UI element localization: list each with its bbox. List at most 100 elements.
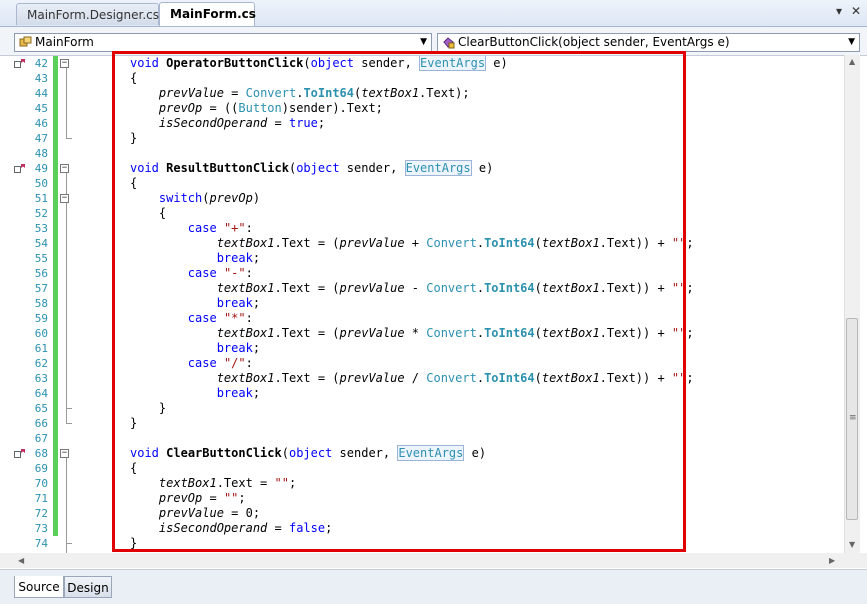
collapse-toggle-icon[interactable]: − (60, 449, 69, 458)
code-line[interactable]: 46 isSecondOperand = true; (0, 116, 844, 131)
code-line[interactable]: 73 isSecondOperand = false; (0, 521, 844, 536)
collapse-toggle-icon[interactable]: − (60, 59, 69, 68)
code-line[interactable]: 56 case "-": (0, 266, 844, 281)
code-text: textBox1.Text = (prevValue - Convert.ToI… (216, 281, 694, 295)
code-text: case "+": (187, 221, 253, 235)
collapse-toggle-icon[interactable]: − (60, 164, 69, 173)
code-text: case "-": (187, 266, 253, 280)
line-number: 45 (34, 102, 48, 115)
code-line[interactable]: 44 prevValue = Convert.ToInt64(textBox1.… (0, 86, 844, 101)
code-line[interactable]: 47} (0, 131, 844, 146)
line-number: 52 (34, 207, 48, 220)
member-selector-value: ClearButtonClick(object sender, EventArg… (458, 35, 730, 49)
code-line[interactable]: 65 } (0, 401, 844, 416)
code-line[interactable]: 69 { (0, 461, 844, 476)
chevron-down-icon[interactable]: ▼ (848, 34, 855, 51)
code-text: prevValue = Convert.ToInt64(textBox1.Tex… (158, 86, 470, 100)
line-number: 42 (34, 57, 48, 70)
line-number: 64 (34, 387, 48, 400)
vertical-scroll-thumb[interactable]: ≡ (846, 318, 858, 520)
code-line[interactable]: 57 textBox1.Text = (prevValue - Convert.… (0, 281, 844, 296)
code-line[interactable]: 67 (0, 431, 844, 446)
code-line[interactable]: 42 void OperatorButtonClick(object sender… (0, 56, 844, 71)
outline-line (66, 67, 67, 138)
code-line[interactable]: 55 break; (0, 251, 844, 266)
code-line[interactable]: 68 void ClearButtonClick(object sender, E… (0, 445, 844, 461)
code-line[interactable]: 58 break; (0, 296, 844, 311)
line-number: 63 (34, 372, 48, 385)
tab-list-dropdown-icon[interactable]: ▾ (836, 4, 842, 18)
outline-end-marker (66, 423, 72, 424)
code-line[interactable]: 66} (0, 416, 844, 431)
collapse-toggle-icon[interactable]: − (60, 194, 69, 203)
line-number: 43 (34, 72, 48, 85)
code-text: break; (216, 296, 261, 310)
code-line[interactable]: 64 break; (0, 386, 844, 401)
line-number: 69 (34, 462, 48, 475)
scroll-left-icon[interactable]: ◀ (18, 556, 24, 565)
code-line[interactable]: 49 void ResultButtonClick(object sender, … (0, 160, 844, 176)
member-selector-combo[interactable]: ClearButtonClick(object sender, EventArg… (437, 33, 860, 52)
line-number: 49 (34, 162, 48, 175)
code-text: void ClearButtonClick(object sender, Eve… (130, 445, 487, 461)
tab-mainform-designer[interactable]: MainForm.Designer.cs (16, 3, 159, 25)
vertical-scrollbar[interactable]: ▲ ≡ ▼ (844, 55, 860, 553)
code-line[interactable]: 45 prevOp = ((Button)sender).Text; (0, 101, 844, 116)
bookmark-icon[interactable] (14, 58, 26, 69)
code-line[interactable]: 53 case "+": (0, 221, 844, 236)
code-line[interactable]: 60 textBox1.Text = (prevValue * Convert.… (0, 326, 844, 341)
line-number: 60 (34, 327, 48, 340)
code-line[interactable]: 43 { (0, 71, 844, 86)
code-line[interactable]: 62 case "/": (0, 356, 844, 371)
scrollbar-corner (844, 553, 867, 568)
line-number: 48 (34, 147, 48, 160)
code-text: prevValue = 0; (158, 506, 261, 520)
code-editor[interactable]: 42 void OperatorButtonClick(object sender… (0, 56, 844, 553)
code-text: isSecondOperand = false; (158, 521, 333, 535)
code-text: case "/": (187, 356, 253, 370)
code-line[interactable]: 51 switch(prevOp) (0, 191, 844, 206)
code-text: prevOp = ""; (158, 491, 246, 505)
code-text: { (130, 71, 138, 85)
line-number: 62 (34, 357, 48, 370)
tab-design[interactable]: Design (64, 576, 112, 598)
scroll-down-icon[interactable]: ▼ (849, 540, 855, 549)
code-text: prevOp = ((Button)sender).Text; (158, 101, 383, 115)
code-line[interactable]: 50 { (0, 176, 844, 191)
code-line[interactable]: 48 (0, 146, 844, 161)
tab-mainform-cs[interactable]: MainForm.cs (159, 2, 256, 26)
line-number: 67 (34, 432, 48, 445)
type-selector-combo[interactable]: MainForm ▼ (14, 33, 432, 52)
code-line[interactable]: 61 break; (0, 341, 844, 356)
change-tracking-bar (53, 56, 58, 536)
line-number: 68 (34, 447, 48, 460)
horizontal-scrollbar[interactable]: ◀ ▶ (0, 553, 844, 568)
code-text: { (130, 206, 167, 220)
class-icon (19, 36, 32, 47)
code-line[interactable]: 70 textBox1.Text = ""; (0, 476, 844, 491)
line-number: 61 (34, 342, 48, 355)
scroll-right-icon[interactable]: ▶ (829, 556, 835, 565)
tab-source[interactable]: Source (14, 576, 64, 598)
bookmark-icon[interactable] (14, 448, 26, 459)
navigation-bar: MainForm ▼ ClearButtonClick(object sende… (0, 27, 867, 56)
code-line[interactable]: 52 { (0, 206, 844, 221)
code-line[interactable]: 63 textBox1.Text = (prevValue / Convert.… (0, 371, 844, 386)
code-line[interactable]: 54 textBox1.Text = (prevValue + Convert.… (0, 236, 844, 251)
code-line[interactable]: 71 prevOp = ""; (0, 491, 844, 506)
bookmark-icon[interactable] (14, 163, 26, 174)
chevron-down-icon[interactable]: ▼ (420, 34, 427, 51)
code-text: void OperatorButtonClick(object sender, … (130, 56, 508, 71)
code-line[interactable]: 59 case "*": (0, 311, 844, 326)
code-line[interactable]: 72 prevValue = 0; (0, 506, 844, 521)
code-line[interactable]: 74} (0, 536, 844, 551)
outline-end-marker (66, 543, 72, 544)
line-number: 71 (34, 492, 48, 505)
code-text: break; (216, 386, 261, 400)
scroll-up-icon[interactable]: ▲ (849, 57, 855, 66)
code-text: break; (216, 341, 261, 355)
close-document-icon[interactable]: ✕ (851, 4, 861, 18)
code-text: textBox1.Text = (prevValue / Convert.ToI… (216, 371, 694, 385)
line-number: 50 (34, 177, 48, 190)
code-text: break; (216, 251, 261, 265)
